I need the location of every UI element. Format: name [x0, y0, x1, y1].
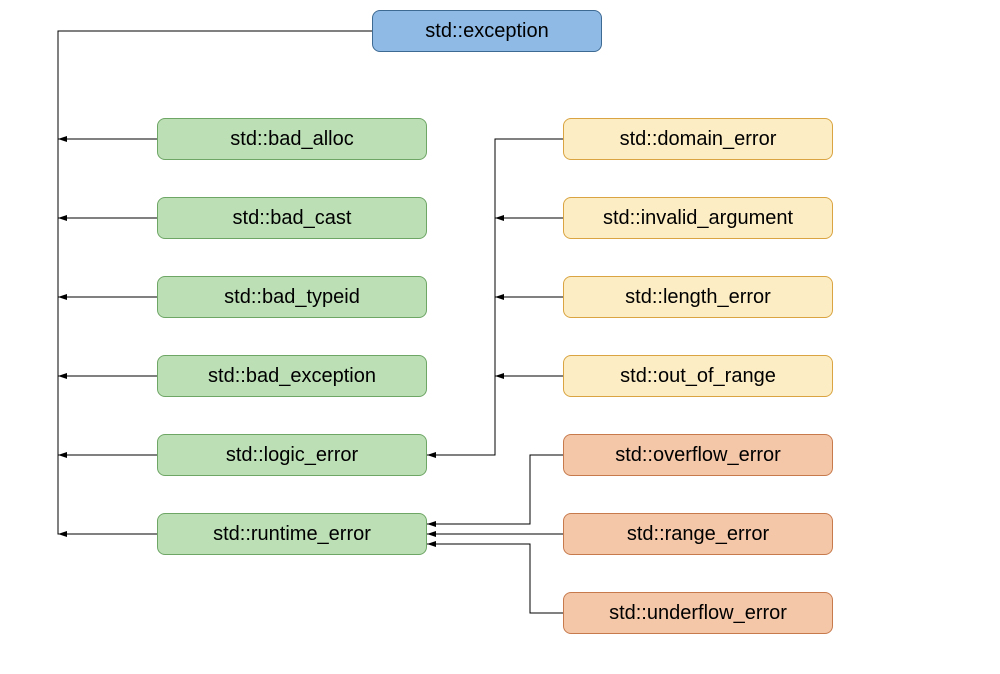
node-label: std::bad_alloc	[230, 128, 353, 151]
node-label: std::runtime_error	[213, 523, 371, 546]
node-std-runtime-error: std::runtime_error	[157, 513, 427, 555]
node-label: std::overflow_error	[615, 444, 781, 467]
node-label: std::underflow_error	[609, 602, 787, 625]
node-label: std::bad_typeid	[224, 286, 360, 309]
node-std-bad-cast: std::bad_cast	[157, 197, 427, 239]
node-label: std::invalid_argument	[603, 207, 793, 230]
node-label: std::range_error	[627, 523, 769, 546]
node-std-bad-alloc: std::bad_alloc	[157, 118, 427, 160]
node-label: std::length_error	[625, 286, 771, 309]
node-std-underflow-error: std::underflow_error	[563, 592, 833, 634]
node-std-out-of-range: std::out_of_range	[563, 355, 833, 397]
node-std-bad-exception: std::bad_exception	[157, 355, 427, 397]
node-label: std::bad_exception	[208, 365, 376, 388]
node-std-exception: std::exception	[372, 10, 602, 52]
node-std-length-error: std::length_error	[563, 276, 833, 318]
node-std-range-error: std::range_error	[563, 513, 833, 555]
node-label: std::logic_error	[226, 444, 358, 467]
node-label: std::domain_error	[620, 128, 777, 151]
node-std-overflow-error: std::overflow_error	[563, 434, 833, 476]
node-std-invalid-argument: std::invalid_argument	[563, 197, 833, 239]
node-std-domain-error: std::domain_error	[563, 118, 833, 160]
node-std-logic-error: std::logic_error	[157, 434, 427, 476]
connector-layer	[0, 0, 1000, 674]
node-std-bad-typeid: std::bad_typeid	[157, 276, 427, 318]
node-label: std::out_of_range	[620, 365, 776, 388]
node-label: std::bad_cast	[233, 207, 352, 230]
node-label: std::exception	[425, 20, 548, 43]
